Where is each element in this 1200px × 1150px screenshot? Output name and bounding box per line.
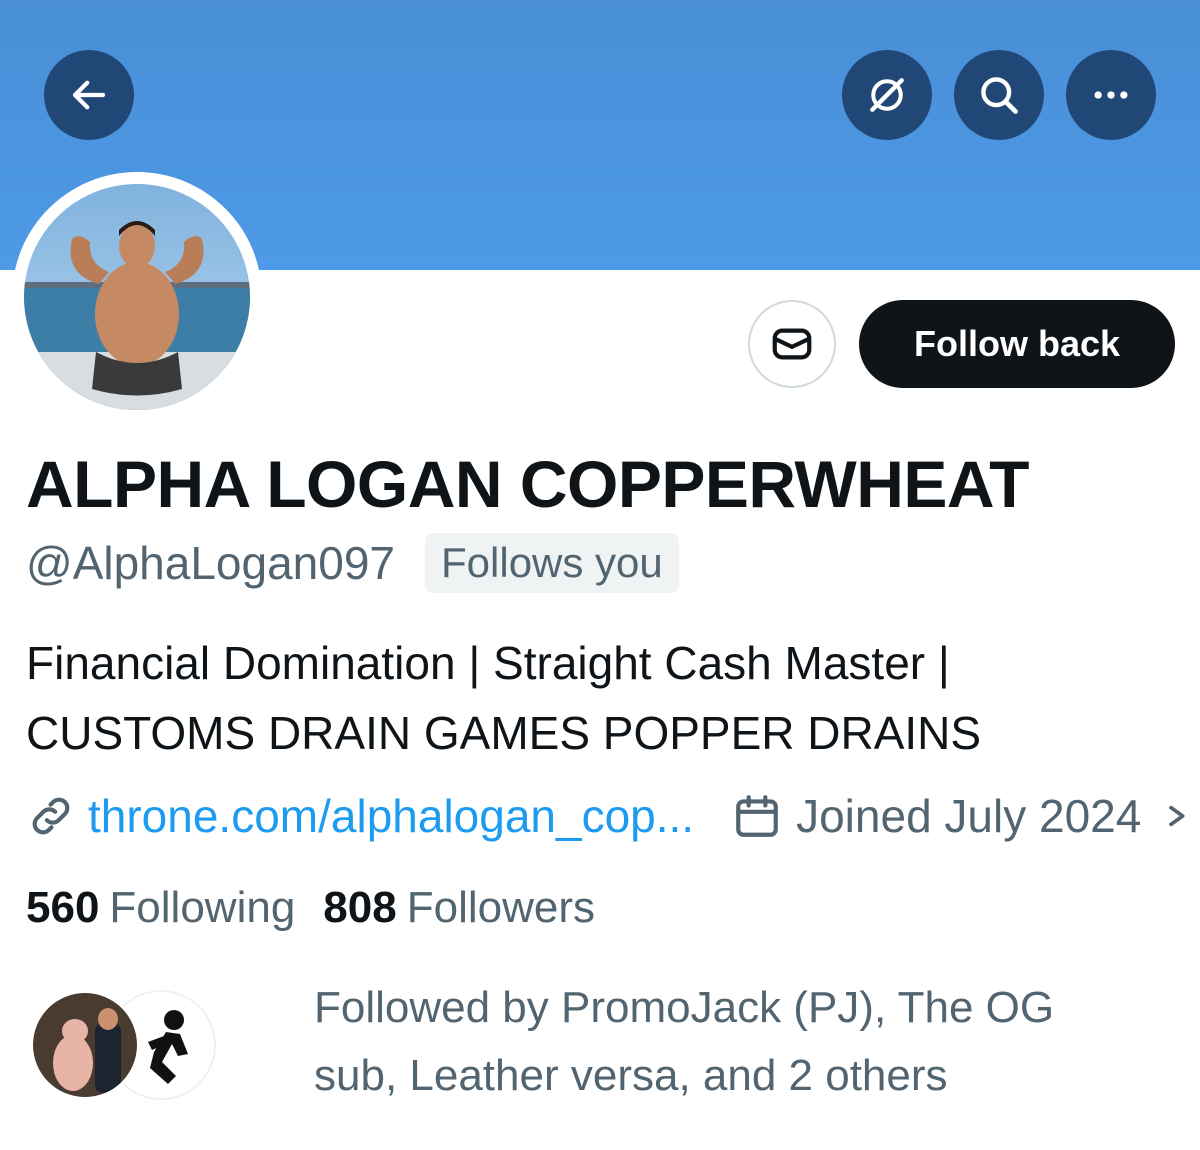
more-options-button[interactable] (1066, 50, 1156, 140)
user-handle: @AlphaLogan097 (26, 537, 396, 589)
followers-label[interactable]: Followers (407, 883, 595, 933)
mutual-follower-avatar (30, 990, 140, 1100)
followed-by-line: sub, Leather versa, and 2 others (314, 1051, 948, 1100)
link-icon (32, 797, 70, 835)
followers-count[interactable]: 808 (323, 883, 396, 933)
grok-button[interactable] (842, 50, 932, 140)
chevron-right-icon[interactable] (1161, 796, 1191, 836)
following-count[interactable]: 560 (26, 883, 99, 933)
followed-by-line: Followed by PromoJack (PJ), The OG (314, 983, 1055, 1032)
search-button[interactable] (954, 50, 1044, 140)
bio-line: CUSTOMS DRAIN GAMES POPPER DRAINS (26, 707, 982, 759)
envelope-icon (772, 328, 812, 360)
message-button[interactable] (748, 300, 836, 388)
profile-avatar[interactable] (24, 184, 250, 410)
search-icon (981, 77, 1018, 114)
grok-icon (870, 78, 904, 112)
followed-by-text[interactable]: Followed by PromoJack (PJ), The OG sub, … (314, 974, 1174, 1110)
back-button[interactable] (44, 50, 134, 140)
arrow-left-icon (72, 80, 106, 110)
calendar-icon (736, 795, 778, 837)
profile-meta: throne.com/alphalogan_cop... Joined July… (26, 784, 1200, 848)
follow-stats: 560 Following 808 Followers (26, 878, 595, 938)
display-name: ALPHA LOGAN COPPERWHEAT (26, 447, 1029, 521)
more-dots-icon (1094, 91, 1128, 99)
followers-you-know-avatars[interactable] (30, 990, 220, 1102)
follow-back-button[interactable]: Follow back (859, 300, 1175, 388)
handle-row: @AlphaLogan097 Follows you (26, 532, 679, 594)
following-label[interactable]: Following (109, 883, 295, 933)
bio-line: Financial Domination | Straight Cash Mas… (26, 637, 950, 689)
bio: Financial Domination | Straight Cash Mas… (26, 628, 1176, 768)
follows-you-badge: Follows you (425, 533, 679, 593)
joined-date: Joined July 2024 (796, 790, 1142, 842)
profile-website-link[interactable]: throne.com/alphalogan_cop... (88, 789, 694, 843)
